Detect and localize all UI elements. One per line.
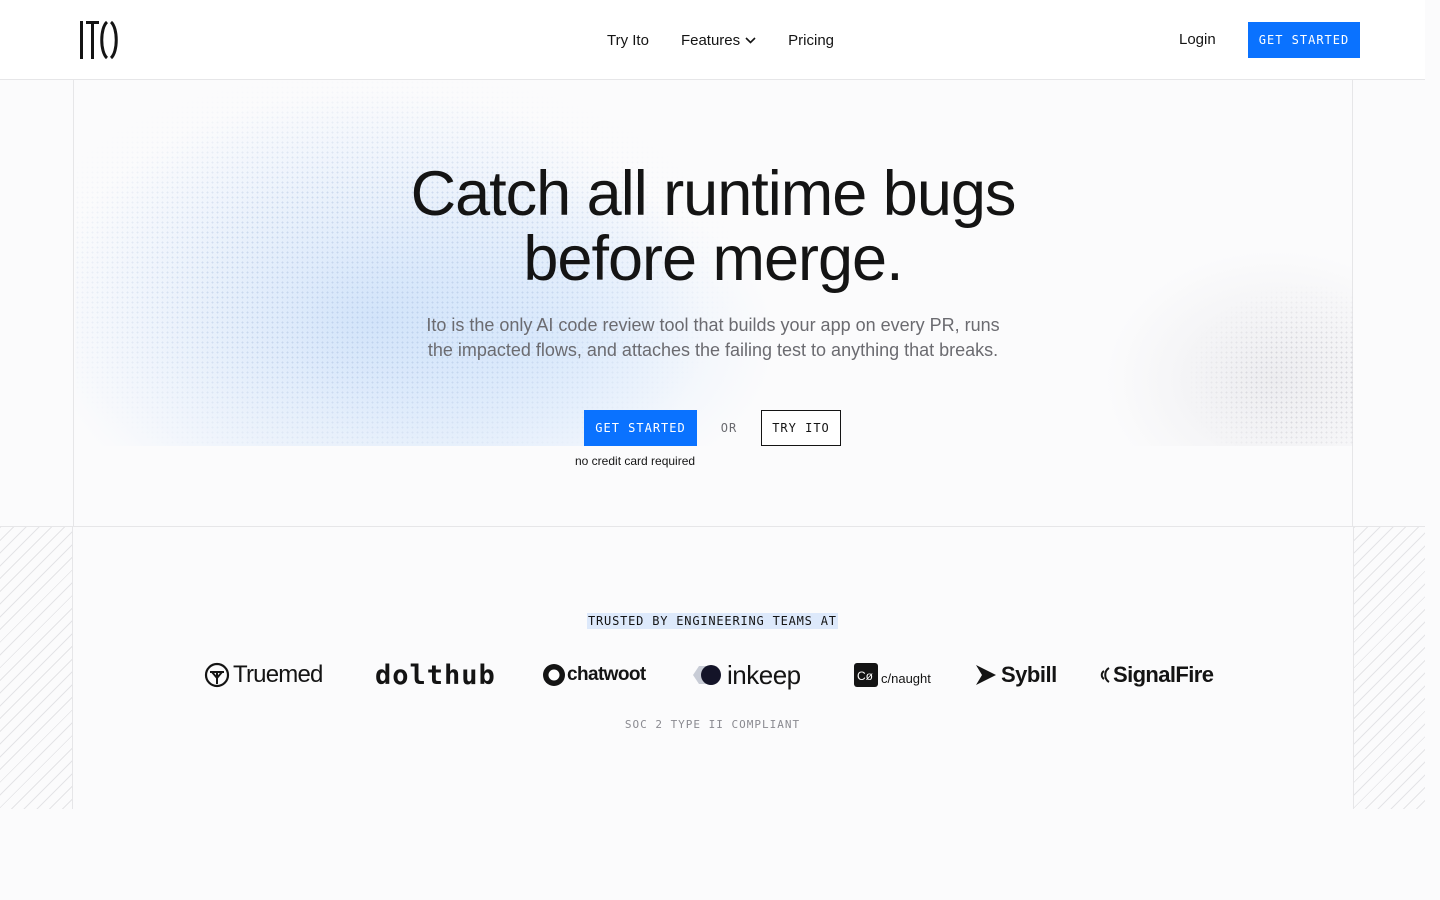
logo-conaught-name: c/naught bbox=[881, 670, 931, 686]
logo-conaught: Cø c/naught bbox=[854, 647, 931, 703]
hero-title-line-1: Catch all runtime bugs bbox=[410, 159, 1017, 229]
main-nav: Try Ito Features Pricing bbox=[607, 30, 866, 50]
logo-signalfire-name: SignalFire bbox=[1113, 662, 1214, 687]
site-header: Try Ito Features Pricing Login GET START… bbox=[0, 0, 1425, 80]
hero-title: Catch all runtime bugs before merge. bbox=[0, 162, 1426, 292]
nav-pricing-label: Pricing bbox=[788, 31, 835, 49]
header-get-started-button[interactable]: GET STARTED bbox=[1248, 22, 1360, 58]
logo-dolthub: dolthub bbox=[375, 647, 496, 703]
trusted-by-section: TRUSTED BY ENGINEERING TEAMS AT Truemed … bbox=[0, 526, 1425, 809]
customer-logos: Truemed dolthub chatwoot inkeep Cø c/nau… bbox=[0, 647, 1425, 703]
or-separator: OR bbox=[720, 421, 738, 435]
logo-inkeep-name: inkeep bbox=[727, 659, 801, 690]
conaught-logo-icon: Cø bbox=[854, 663, 878, 687]
hero-subtitle-line-2: the impacted flows, and attaches the fai… bbox=[427, 340, 999, 360]
next-section-heading-peek bbox=[77, 892, 137, 900]
logo-dolthub-name: dolthub bbox=[375, 659, 496, 691]
svg-text:Cø: Cø bbox=[857, 669, 874, 683]
nav-features-label: Features bbox=[680, 31, 741, 49]
signalfire-logo-icon bbox=[1100, 667, 1110, 683]
hero-subtitle-line-1: Ito is the only AI code review tool that… bbox=[426, 315, 1000, 335]
soc2-compliance-label: SOC 2 TYPE II COMPLIANT bbox=[624, 718, 801, 731]
hero-title-line-2: before merge. bbox=[523, 224, 903, 294]
nav-features[interactable]: Features bbox=[681, 32, 756, 49]
nav-try-ito-label: Try Ito bbox=[607, 31, 649, 49]
nav-pricing[interactable]: Pricing bbox=[788, 32, 834, 49]
hero-section bbox=[73, 80, 1353, 526]
hero-subtitle: Ito is the only AI code review tool that… bbox=[0, 313, 1426, 363]
truemed-logo-icon bbox=[204, 662, 230, 688]
chatwoot-logo-icon bbox=[543, 664, 565, 686]
chevron-down-icon bbox=[745, 36, 756, 44]
logo-sybill: Sybill bbox=[974, 647, 1057, 703]
sybill-logo-icon bbox=[976, 665, 996, 685]
no-credit-card-note: no credit card required bbox=[575, 454, 696, 468]
nav-try-ito[interactable]: Try Ito bbox=[607, 32, 649, 49]
logo-truemed: Truemed bbox=[204, 647, 323, 703]
logo-chatwoot-name: chatwoot bbox=[567, 664, 646, 685]
logo-inkeep: inkeep bbox=[689, 647, 801, 703]
hero-cta-row: GET STARTED OR TRY ITO bbox=[584, 410, 841, 446]
trusted-by-label: TRUSTED BY ENGINEERING TEAMS AT bbox=[587, 613, 838, 629]
login-link[interactable]: Login bbox=[1179, 31, 1216, 48]
try-ito-button[interactable]: TRY ITO bbox=[761, 410, 841, 446]
logo-truemed-name: Truemed bbox=[233, 661, 323, 688]
inkeep-logo-icon bbox=[693, 665, 721, 685]
logo-chatwoot: chatwoot bbox=[542, 647, 646, 703]
ito-logo[interactable] bbox=[79, 20, 119, 60]
logo-sybill-name: Sybill bbox=[1001, 662, 1057, 687]
hero-get-started-button[interactable]: GET STARTED bbox=[584, 410, 697, 446]
logo-signalfire: SignalFire bbox=[1098, 647, 1214, 703]
